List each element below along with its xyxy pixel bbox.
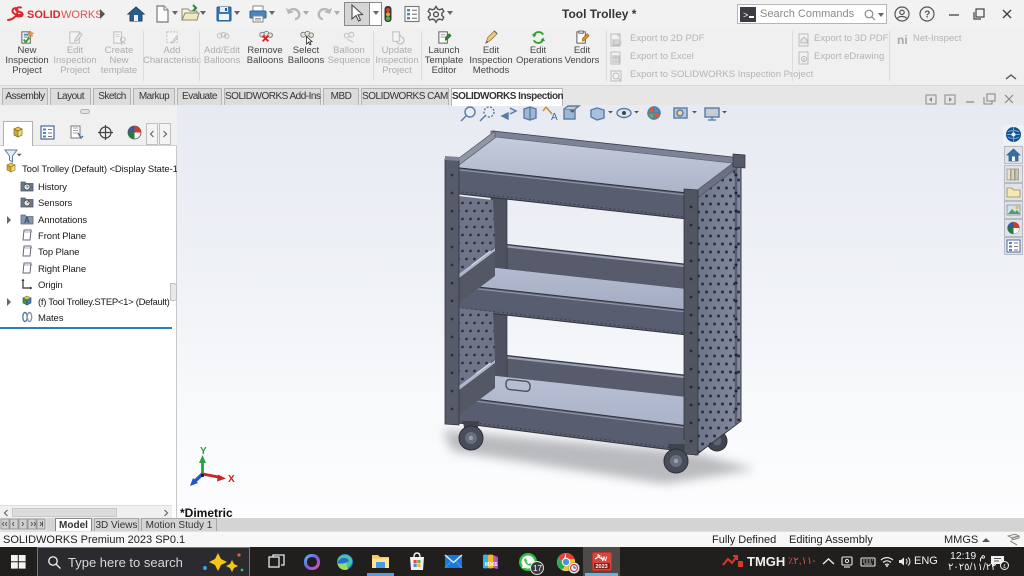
svg-text:W: W: [601, 556, 608, 563]
svg-text:٤: ٤: [1003, 564, 1006, 570]
svg-text:Y: Y: [200, 446, 207, 457]
svg-text:17: 17: [533, 564, 542, 573]
svg-text:X: X: [228, 474, 235, 485]
svg-text:M365: M365: [485, 562, 498, 568]
svg-text:2023: 2023: [596, 564, 608, 570]
svg-text:A: A: [551, 112, 558, 123]
